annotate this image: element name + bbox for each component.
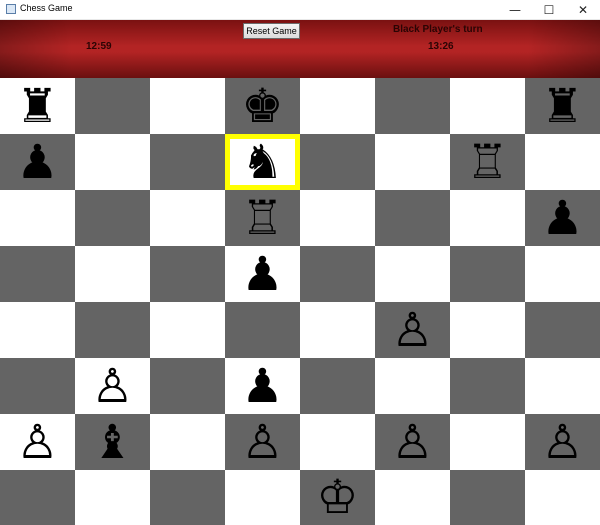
board-square-r1-c7[interactable] <box>525 134 600 190</box>
turn-indicator: Black Player's turn <box>393 24 483 35</box>
white-pawn-icon[interactable]: ♙ <box>91 363 133 410</box>
board-square-r5-c5[interactable] <box>375 358 450 414</box>
black-pawn-icon[interactable]: ♟ <box>16 139 58 186</box>
board-square-r1-c2[interactable] <box>150 134 225 190</box>
title-bar: Chess Game — ☐ ✕ <box>0 0 600 20</box>
board-square-r5-c4[interactable] <box>300 358 375 414</box>
board-square-r2-c1[interactable] <box>75 190 150 246</box>
board-square-r2-c3[interactable]: ♖ <box>225 190 300 246</box>
board-square-r2-c7[interactable]: ♟ <box>525 190 600 246</box>
board-square-r5-c6[interactable] <box>450 358 525 414</box>
board-square-r3-c7[interactable] <box>525 246 600 302</box>
board-square-r7-c6[interactable] <box>450 470 525 525</box>
board-square-r1-c4[interactable] <box>300 134 375 190</box>
app-icon <box>6 4 16 14</box>
black-pawn-icon[interactable]: ♟ <box>541 195 583 242</box>
white-pawn-icon[interactable]: ♙ <box>16 419 58 466</box>
board-square-r4-c6[interactable] <box>450 302 525 358</box>
black-rook-icon[interactable]: ♜ <box>16 83 58 130</box>
board-square-r1-c3[interactable]: ♞ <box>225 134 300 190</box>
board-square-r7-c4[interactable]: ♔ <box>300 470 375 525</box>
board-square-r0-c1[interactable] <box>75 78 150 134</box>
board-square-r4-c3[interactable] <box>225 302 300 358</box>
board-square-r7-c0[interactable] <box>0 470 75 525</box>
board-square-r2-c5[interactable] <box>375 190 450 246</box>
white-rook-icon[interactable]: ♖ <box>241 195 283 242</box>
board-square-r3-c1[interactable] <box>75 246 150 302</box>
board-square-r0-c5[interactable] <box>375 78 450 134</box>
black-pawn-icon[interactable]: ♟ <box>241 363 283 410</box>
board-square-r3-c4[interactable] <box>300 246 375 302</box>
board-square-r5-c2[interactable] <box>150 358 225 414</box>
board-square-r6-c0[interactable]: ♙ <box>0 414 75 470</box>
board-square-r4-c2[interactable] <box>150 302 225 358</box>
board-square-r7-c3[interactable] <box>225 470 300 525</box>
white-timer: 12:59 <box>86 41 112 52</box>
board-square-r4-c7[interactable] <box>525 302 600 358</box>
board-square-r7-c5[interactable] <box>375 470 450 525</box>
minimize-button[interactable]: — <box>498 0 532 20</box>
window-title: Chess Game <box>20 3 73 13</box>
board-square-r0-c6[interactable] <box>450 78 525 134</box>
board-square-r3-c5[interactable] <box>375 246 450 302</box>
board-square-r6-c6[interactable] <box>450 414 525 470</box>
board-square-r0-c7[interactable]: ♜ <box>525 78 600 134</box>
white-pawn-icon[interactable]: ♙ <box>241 419 283 466</box>
board-square-r2-c6[interactable] <box>450 190 525 246</box>
board-square-r3-c0[interactable] <box>0 246 75 302</box>
board-square-r2-c4[interactable] <box>300 190 375 246</box>
board-square-r6-c1[interactable]: ♝ <box>75 414 150 470</box>
board-square-r4-c4[interactable] <box>300 302 375 358</box>
board-square-r4-c5[interactable]: ♙ <box>375 302 450 358</box>
board-square-r3-c6[interactable] <box>450 246 525 302</box>
black-pawn-icon[interactable]: ♟ <box>241 251 283 298</box>
board-square-r0-c4[interactable] <box>300 78 375 134</box>
board-square-r1-c5[interactable] <box>375 134 450 190</box>
board-square-r1-c1[interactable] <box>75 134 150 190</box>
white-pawn-icon[interactable]: ♙ <box>391 419 433 466</box>
board-square-r6-c2[interactable] <box>150 414 225 470</box>
board-square-r7-c7[interactable] <box>525 470 600 525</box>
board-square-r7-c1[interactable] <box>75 470 150 525</box>
white-pawn-icon[interactable]: ♙ <box>391 307 433 354</box>
board-square-r1-c0[interactable]: ♟ <box>0 134 75 190</box>
board-square-r5-c7[interactable] <box>525 358 600 414</box>
black-timer: 13:26 <box>428 41 454 52</box>
board-square-r2-c2[interactable] <box>150 190 225 246</box>
black-rook-icon[interactable]: ♜ <box>541 83 583 130</box>
board-square-r1-c6[interactable]: ♖ <box>450 134 525 190</box>
white-rook-icon[interactable]: ♖ <box>466 139 508 186</box>
board-square-r6-c7[interactable]: ♙ <box>525 414 600 470</box>
board-square-r5-c1[interactable]: ♙ <box>75 358 150 414</box>
white-king-icon[interactable]: ♔ <box>316 474 358 521</box>
black-king-icon[interactable]: ♚ <box>241 83 283 130</box>
maximize-button[interactable]: ☐ <box>532 0 566 20</box>
close-button[interactable]: ✕ <box>566 0 600 20</box>
black-bishop-icon[interactable]: ♝ <box>91 419 133 466</box>
game-header: Reset Game 12:59 Black Player's turn 13:… <box>0 20 600 78</box>
board-square-r6-c4[interactable] <box>300 414 375 470</box>
board-square-r4-c0[interactable] <box>0 302 75 358</box>
board-square-r5-c3[interactable]: ♟ <box>225 358 300 414</box>
board-square-r7-c2[interactable] <box>150 470 225 525</box>
board-square-r5-c0[interactable] <box>0 358 75 414</box>
board-square-r3-c2[interactable] <box>150 246 225 302</box>
black-knight-icon[interactable]: ♞ <box>241 139 283 185</box>
board-square-r0-c2[interactable] <box>150 78 225 134</box>
reset-game-button[interactable]: Reset Game <box>243 23 300 39</box>
board-square-r2-c0[interactable] <box>0 190 75 246</box>
board-square-r6-c5[interactable]: ♙ <box>375 414 450 470</box>
board-square-r0-c3[interactable]: ♚ <box>225 78 300 134</box>
board-square-r0-c0[interactable]: ♜ <box>0 78 75 134</box>
board-square-r3-c3[interactable]: ♟ <box>225 246 300 302</box>
white-pawn-icon[interactable]: ♙ <box>541 419 583 466</box>
board-square-r6-c3[interactable]: ♙ <box>225 414 300 470</box>
chess-board: ♜ ♚ ♜ ♟ ♞ ♖ ♖ ♟ ♟ ♙ ♙ ♟ ♙ ♝ ♙ ♙ ♙ ♔ <box>0 78 600 525</box>
board-square-r4-c1[interactable] <box>75 302 150 358</box>
